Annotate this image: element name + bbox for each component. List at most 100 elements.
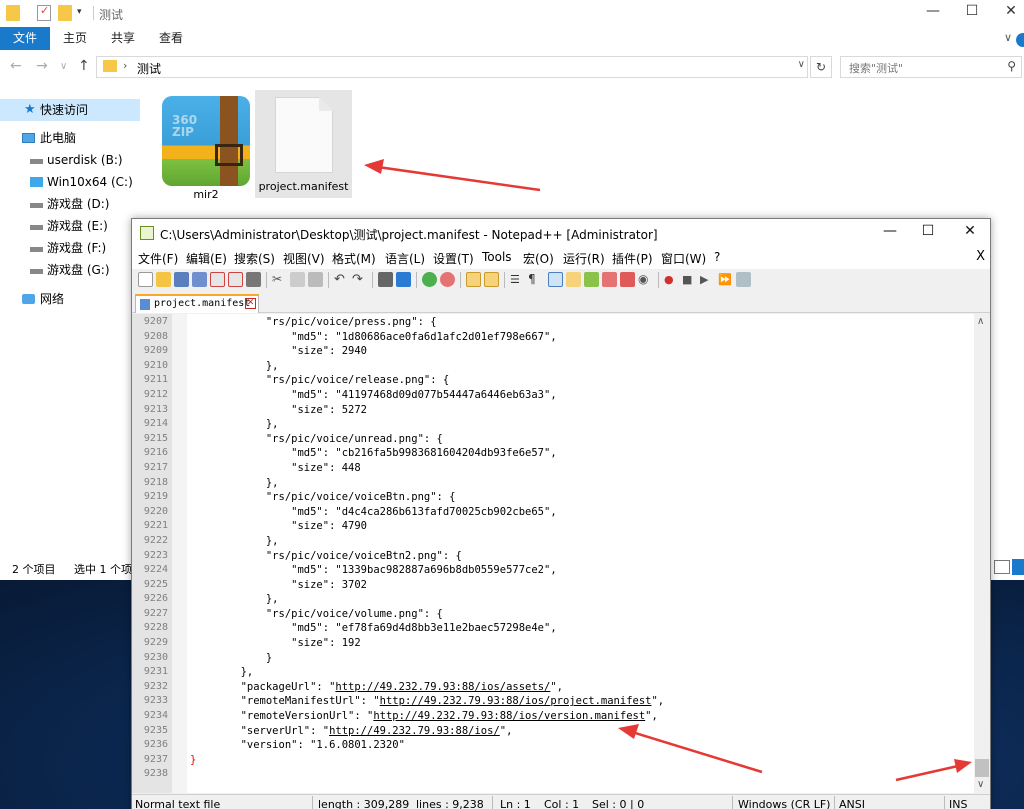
play-macro-icon[interactable]: ▶ bbox=[700, 272, 715, 287]
quick-access-dropdown-icon[interactable]: ▾ bbox=[77, 7, 82, 17]
cut-icon[interactable]: ✂ bbox=[272, 272, 287, 287]
nav-drive-d[interactable]: 游戏盘 (D:) bbox=[0, 193, 140, 215]
paste-icon[interactable] bbox=[308, 272, 323, 287]
show-all-chars-icon[interactable]: ¶ bbox=[528, 272, 543, 287]
recent-locations-icon[interactable]: ∨ bbox=[60, 61, 67, 72]
menu-plugins[interactable]: 插件(P) bbox=[612, 250, 653, 267]
code-editor[interactable]: 9207 "rs/pic/voice/press.png": {9208 "md… bbox=[132, 314, 990, 793]
new-folder-icon[interactable] bbox=[58, 5, 72, 21]
vertical-scrollbar[interactable]: ∧ ∨ bbox=[974, 314, 990, 793]
close-tab-icon[interactable]: ✕ bbox=[245, 298, 256, 309]
file-item-mir2[interactable]: 360 ZIP mir2 bbox=[157, 90, 255, 201]
find-icon[interactable] bbox=[378, 272, 393, 287]
help-icon[interactable] bbox=[1016, 33, 1024, 47]
menu-window[interactable]: 窗口(W) bbox=[661, 250, 706, 267]
menu-language[interactable]: 语言(L) bbox=[385, 250, 425, 267]
menu-settings[interactable]: 设置(T) bbox=[433, 250, 474, 267]
chevron-right-icon[interactable]: › bbox=[123, 59, 127, 72]
code-line[interactable]: 9209 "size": 2940 bbox=[132, 344, 974, 359]
close-file-icon[interactable] bbox=[210, 272, 225, 287]
code-line[interactable]: 9232 "packageUrl": "http://49.232.79.93:… bbox=[132, 680, 974, 695]
properties-icon[interactable] bbox=[37, 4, 51, 21]
code-line[interactable]: 9224 "md5": "1339bac982887a696b8db0559e5… bbox=[132, 563, 974, 578]
zoom-out-icon[interactable] bbox=[440, 272, 455, 287]
open-file-icon[interactable] bbox=[156, 272, 171, 287]
indent-guide-icon[interactable] bbox=[548, 272, 563, 287]
code-line[interactable]: 9208 "md5": "1d80686ace0fa6d1afc2d01ef79… bbox=[132, 330, 974, 345]
large-icons-view-icon[interactable] bbox=[1012, 559, 1024, 575]
code-line[interactable]: 9233 "remoteManifestUrl": "http://49.232… bbox=[132, 694, 974, 709]
word-wrap-icon[interactable]: ☰ bbox=[510, 272, 525, 287]
nav-drive-g[interactable]: 游戏盘 (G:) bbox=[0, 259, 140, 281]
undo-icon[interactable]: ↶ bbox=[334, 272, 349, 287]
nav-this-pc[interactable]: 此电脑 bbox=[0, 127, 140, 149]
menu-file[interactable]: 文件(F) bbox=[138, 250, 178, 267]
nav-drive-b[interactable]: userdisk (B:) bbox=[0, 149, 140, 171]
code-line[interactable]: 9215 "rs/pic/voice/unread.png": { bbox=[132, 432, 974, 447]
expand-ribbon-icon[interactable]: ∨ bbox=[1004, 31, 1012, 44]
code-line[interactable]: 9231 }, bbox=[132, 665, 974, 680]
scrollbar-thumb[interactable] bbox=[975, 759, 989, 777]
minimize-button[interactable]: — bbox=[918, 3, 948, 19]
folder-workspace-icon[interactable] bbox=[620, 272, 635, 287]
code-line[interactable]: 9223 "rs/pic/voice/voiceBtn2.png": { bbox=[132, 549, 974, 564]
nav-drive-e[interactable]: 游戏盘 (E:) bbox=[0, 215, 140, 237]
maximize-button[interactable]: ☐ bbox=[908, 223, 948, 239]
status-eol[interactable]: Windows (CR LF) bbox=[738, 798, 830, 809]
code-line[interactable]: 9226 }, bbox=[132, 592, 974, 607]
back-button[interactable]: ← bbox=[10, 58, 22, 74]
scroll-up-icon[interactable]: ∧ bbox=[977, 316, 984, 327]
new-file-icon[interactable] bbox=[138, 272, 153, 287]
code-line[interactable]: 9214 }, bbox=[132, 417, 974, 432]
menu-help[interactable]: ? bbox=[714, 250, 720, 264]
url-link[interactable]: http://49.232.79.93:88/ios/version.manif… bbox=[373, 710, 645, 722]
scroll-down-icon[interactable]: ∨ bbox=[977, 779, 984, 790]
up-button[interactable]: ↑ bbox=[78, 58, 90, 74]
code-line[interactable]: 9210 }, bbox=[132, 359, 974, 374]
minimize-button[interactable]: — bbox=[870, 223, 910, 239]
print-icon[interactable] bbox=[246, 272, 261, 287]
url-link[interactable]: http://49.232.79.93:88/ios/assets/ bbox=[335, 681, 550, 693]
menu-view[interactable]: 视图(V) bbox=[283, 250, 325, 267]
tab-project-manifest[interactable]: project.manifest ✕ bbox=[135, 294, 259, 313]
code-line[interactable]: 9235 "serverUrl": "http://49.232.79.93:8… bbox=[132, 724, 974, 739]
menu-search[interactable]: 搜索(S) bbox=[234, 250, 275, 267]
forward-button[interactable]: → bbox=[36, 58, 48, 74]
menu-format[interactable]: 格式(M) bbox=[332, 250, 376, 267]
stop-macro-icon[interactable]: ■ bbox=[682, 272, 697, 287]
replace-icon[interactable] bbox=[396, 272, 411, 287]
close-button[interactable]: ✕ bbox=[996, 3, 1024, 19]
code-line[interactable]: 9207 "rs/pic/voice/press.png": { bbox=[132, 315, 974, 330]
nav-quick-access[interactable]: ★ 快速访问 bbox=[0, 99, 140, 121]
code-line[interactable]: 9219 "rs/pic/voice/voiceBtn.png": { bbox=[132, 490, 974, 505]
save-macro-icon[interactable] bbox=[736, 272, 751, 287]
code-line[interactable]: 9213 "size": 5272 bbox=[132, 403, 974, 418]
status-encoding[interactable]: ANSI bbox=[839, 798, 865, 809]
language-icon[interactable] bbox=[566, 272, 581, 287]
url-link[interactable]: http://49.232.79.93:88/ios/project.manif… bbox=[380, 695, 652, 707]
code-line[interactable]: 9222 }, bbox=[132, 534, 974, 549]
code-line[interactable]: 9220 "md5": "d4c4ca286b613fafd70025cb902… bbox=[132, 505, 974, 520]
code-line[interactable]: 9234 "remoteVersionUrl": "http://49.232.… bbox=[132, 709, 974, 724]
details-view-icon[interactable] bbox=[994, 560, 1010, 574]
url-link[interactable]: http://49.232.79.93:88/ios/ bbox=[329, 725, 500, 737]
document-map-icon[interactable] bbox=[584, 272, 599, 287]
code-line[interactable]: 9228 "md5": "ef78fa69d4d8bb3e11e2baec572… bbox=[132, 621, 974, 636]
file-item-project-manifest[interactable]: project.manifest bbox=[255, 90, 352, 198]
nav-drive-c[interactable]: Win10x64 (C:) bbox=[0, 171, 140, 193]
tab-home[interactable]: 主页 bbox=[58, 27, 92, 50]
save-all-icon[interactable] bbox=[192, 272, 207, 287]
code-line[interactable]: 9212 "md5": "41197468d09d077b54447a6446e… bbox=[132, 388, 974, 403]
nav-network[interactable]: 网络 bbox=[0, 288, 140, 310]
tab-file[interactable]: 文件 bbox=[0, 27, 50, 50]
tab-view[interactable]: 查看 bbox=[154, 27, 188, 50]
record-macro-icon[interactable]: ● bbox=[664, 272, 679, 287]
menu-tools[interactable]: Tools bbox=[482, 250, 512, 264]
monitoring-icon[interactable]: ◉ bbox=[638, 272, 653, 287]
copy-icon[interactable] bbox=[290, 272, 305, 287]
code-line[interactable]: 9216 "md5": "cb216fa5b9983681604204db93f… bbox=[132, 446, 974, 461]
save-icon[interactable] bbox=[174, 272, 189, 287]
code-line[interactable]: 9218 }, bbox=[132, 476, 974, 491]
close-button[interactable]: ✕ bbox=[950, 223, 990, 239]
nav-drive-f[interactable]: 游戏盘 (F:) bbox=[0, 237, 140, 259]
